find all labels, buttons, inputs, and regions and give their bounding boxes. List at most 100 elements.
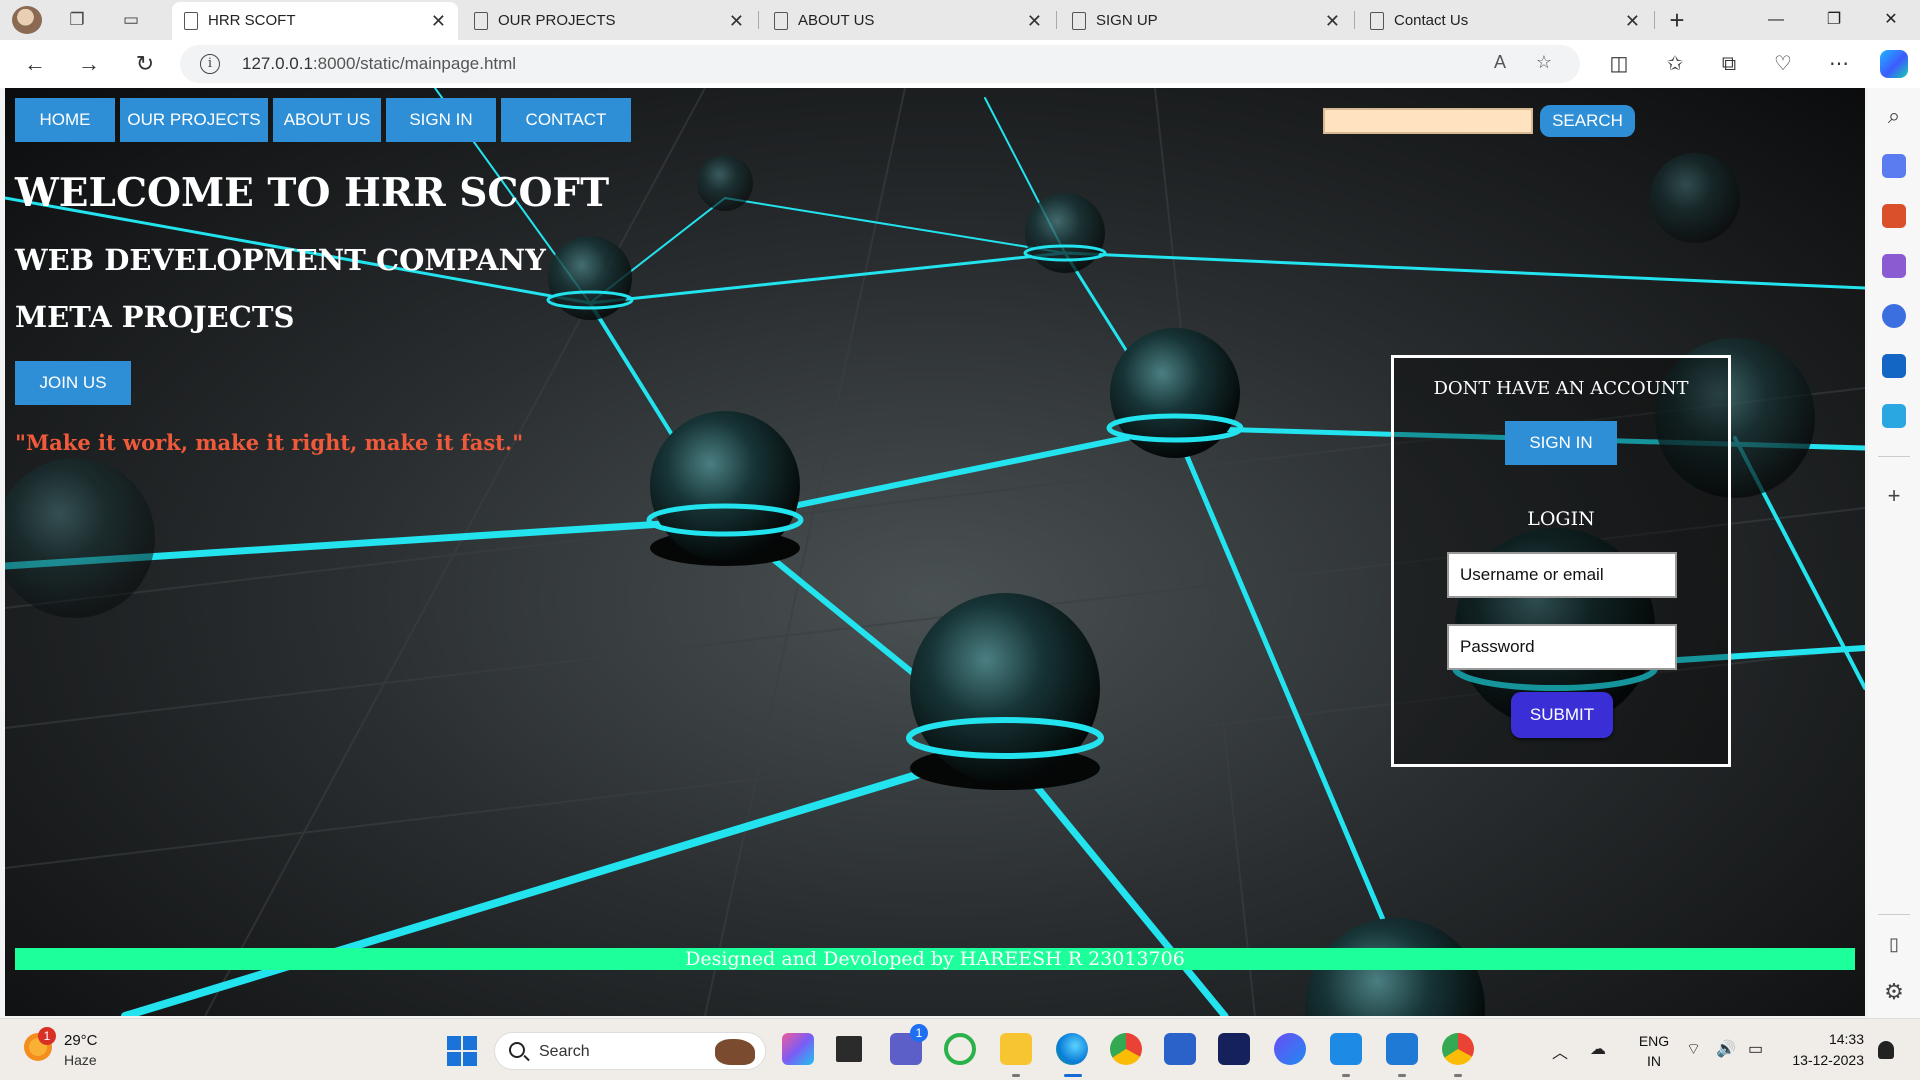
clock-date[interactable]: 13-12-2023 (1792, 1052, 1864, 1068)
send-icon[interactable] (1882, 404, 1906, 428)
back-icon[interactable]: ← (20, 50, 50, 78)
copilot-preview-app-icon[interactable] (782, 1033, 814, 1065)
close-window-icon[interactable]: ✕ (1862, 0, 1920, 40)
shopping-tag-icon[interactable] (1882, 154, 1906, 178)
favorite-star-icon[interactable]: ☆ (1530, 52, 1558, 76)
site-search-input[interactable] (1323, 108, 1533, 134)
read-aloud-icon[interactable]: A (1486, 52, 1514, 76)
login-heading: LOGIN (1527, 508, 1595, 530)
input-language[interactable]: ENG (1634, 1033, 1674, 1049)
weather-badge: 1 (38, 1027, 56, 1045)
running-indicator (1398, 1074, 1406, 1077)
tab-hrr-scoft[interactable]: HRR SCOFT ✕ (172, 2, 458, 40)
search-icon[interactable]: ⌕ (1880, 102, 1908, 130)
login-panel: DONT HAVE AN ACCOUNT SIGN IN LOGIN Usern… (1391, 355, 1731, 767)
windows-taskbar: 1 29°C Haze Search 1 ︿ ☁ ENG IN ⌔ 🔊 ▭ 14… (0, 1018, 1920, 1080)
tab-contact-us[interactable]: Contact Us ✕ (1358, 2, 1652, 40)
search-icon (509, 1042, 525, 1058)
split-screen-icon[interactable]: ◫ (1604, 50, 1634, 78)
taskbar-search-box[interactable]: Search (494, 1032, 766, 1070)
page-icon (1370, 12, 1384, 30)
page-icon (474, 12, 488, 30)
info-icon[interactable]: i (200, 54, 220, 74)
weather-condition[interactable]: Haze (64, 1052, 97, 1068)
panel-sign-in-button[interactable]: SIGN IN (1505, 421, 1617, 465)
tab-actions-icon[interactable]: ▭ (118, 8, 144, 32)
active-indicator (1064, 1074, 1082, 1077)
restore-icon[interactable]: ❐ (1805, 0, 1863, 40)
address-bar[interactable]: i 127.0.0.1:8000/static/mainpage.html A … (180, 45, 1580, 83)
notification-bell-icon[interactable] (1878, 1041, 1894, 1059)
notepad-icon[interactable] (1386, 1033, 1418, 1065)
nav-home[interactable]: HOME (15, 98, 115, 142)
refresh-icon[interactable]: ↻ (130, 50, 160, 78)
browser-essentials-icon[interactable]: ♡ (1768, 50, 1798, 78)
taskbar-search-label: Search (539, 1043, 590, 1060)
collections-icon[interactable]: ⧉ (1714, 50, 1744, 78)
chrome-profile-icon[interactable] (1442, 1033, 1474, 1065)
password-field[interactable]: Password (1447, 624, 1677, 670)
minimize-icon[interactable]: — (1747, 0, 1805, 40)
task-view-icon[interactable] (836, 1036, 862, 1062)
l-app-icon[interactable] (1218, 1033, 1250, 1065)
search-button[interactable]: SEARCH (1540, 105, 1635, 137)
onedrive-cloud-icon[interactable]: ☁ (1590, 1039, 1606, 1059)
url-text[interactable]: 127.0.0.1:8000/static/mainpage.html (242, 45, 516, 83)
close-tab-icon[interactable]: ✕ (729, 2, 744, 40)
more-icon[interactable]: ⋯ (1824, 50, 1854, 78)
outlook-icon[interactable] (1882, 354, 1906, 378)
profile-avatar[interactable] (12, 6, 42, 34)
browser-sidebar: ⌕ + ▯ ⚙ (1868, 88, 1920, 1018)
tab-sign-up[interactable]: SIGN UP ✕ (1060, 2, 1352, 40)
username-field[interactable]: Username or email (1447, 552, 1677, 598)
chrome-icon[interactable] (1110, 1033, 1142, 1065)
weather-temperature[interactable]: 29°C (64, 1032, 98, 1049)
hide-sidebar-icon[interactable]: ▯ (1880, 930, 1908, 958)
tab-about-us[interactable]: ABOUT US ✕ (762, 2, 1054, 40)
tools-briefcase-icon[interactable] (1882, 204, 1906, 228)
favorites-icon[interactable]: ✩ (1660, 50, 1690, 78)
edge-browser-icon[interactable] (1056, 1033, 1088, 1065)
volume-icon[interactable]: 🔊 (1716, 1039, 1736, 1059)
windows-start-icon[interactable] (447, 1036, 477, 1066)
page-icon (1072, 12, 1086, 30)
tab-title: Contact Us (1394, 12, 1469, 29)
wifi-icon[interactable]: ⌔ (1686, 1039, 1701, 1059)
microsoft-store-icon[interactable] (1164, 1033, 1196, 1065)
refresh-app-icon[interactable] (944, 1033, 976, 1065)
sidebar-divider (1878, 456, 1910, 457)
settings-gear-icon[interactable]: ⚙ (1880, 978, 1908, 1006)
nav-sign-in[interactable]: SIGN IN (386, 98, 496, 142)
file-explorer-icon[interactable] (1000, 1033, 1032, 1065)
page-subtitle-secondary: META PROJECTS (15, 300, 295, 334)
chevron-up-icon[interactable]: ︿ (1552, 1039, 1568, 1063)
url-path: :8000/static/mainpage.html (312, 54, 517, 73)
no-account-heading: DONT HAVE AN ACCOUNT (1433, 378, 1689, 399)
vscode-icon[interactable] (1330, 1033, 1362, 1065)
forward-icon[interactable]: → (74, 50, 104, 78)
nav-our-projects[interactable]: OUR PROJECTS (120, 98, 268, 142)
tab-separator (758, 11, 759, 29)
join-us-button[interactable]: JOIN US (15, 361, 131, 405)
close-tab-icon[interactable]: ✕ (1027, 2, 1042, 40)
battery-icon[interactable]: ▭ (1748, 1039, 1763, 1059)
teams-badge: 1 (910, 1024, 928, 1042)
tab-our-projects[interactable]: OUR PROJECTS ✕ (462, 2, 756, 40)
clock-time[interactable]: 14:33 (1829, 1031, 1864, 1047)
add-icon[interactable]: + (1880, 482, 1908, 510)
close-tab-icon[interactable]: ✕ (431, 2, 446, 40)
running-indicator (1012, 1074, 1020, 1077)
close-tab-icon[interactable]: ✕ (1325, 2, 1340, 40)
games-icon[interactable] (1882, 254, 1906, 278)
nav-contact[interactable]: CONTACT (501, 98, 631, 142)
input-region[interactable]: IN (1634, 1053, 1674, 1069)
microsoft-365-icon[interactable] (1882, 304, 1906, 328)
running-indicator (1454, 1074, 1462, 1077)
close-tab-icon[interactable]: ✕ (1625, 2, 1640, 40)
arc-app-icon[interactable] (1274, 1033, 1306, 1065)
submit-button[interactable]: SUBMIT (1511, 692, 1613, 738)
nav-about-us[interactable]: ABOUT US (273, 98, 381, 142)
new-tab-icon[interactable]: + (1662, 2, 1692, 38)
copilot-icon[interactable] (1880, 50, 1908, 78)
workspaces-icon[interactable]: ❐ (64, 8, 90, 32)
